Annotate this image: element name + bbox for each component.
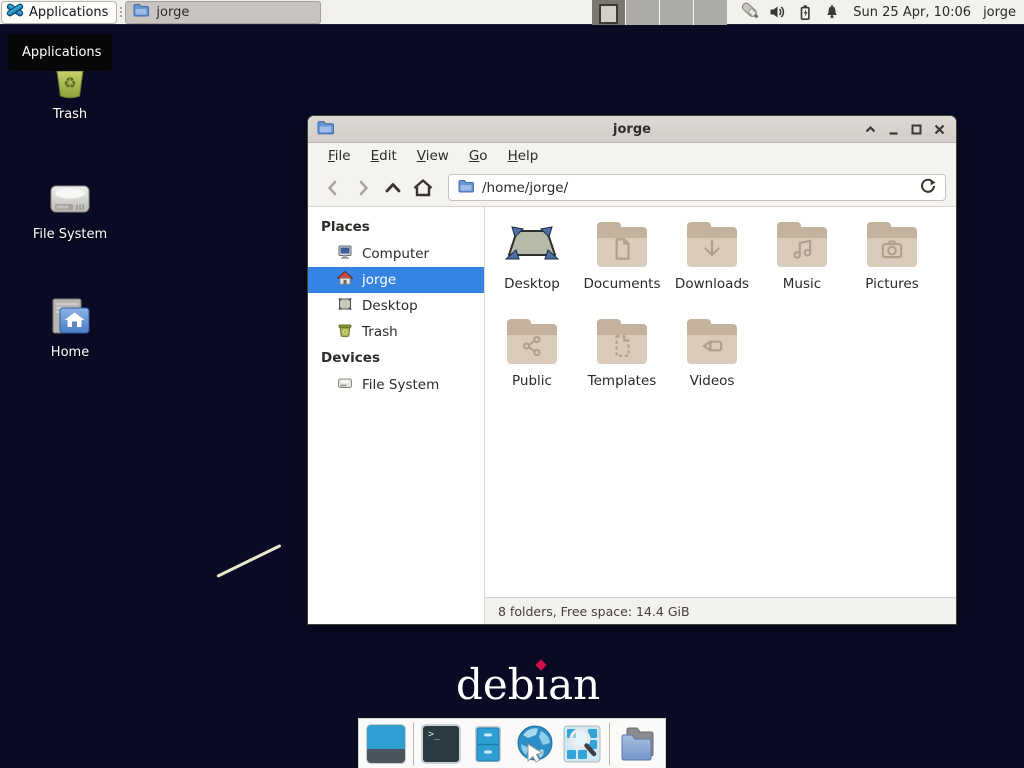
volume-icon[interactable] (764, 0, 791, 25)
file-item-music[interactable]: Music (757, 217, 847, 314)
debian-i-dot: ı (535, 660, 548, 709)
clock[interactable]: Sun 25 Apr, 10:06 (853, 5, 971, 20)
home-button[interactable] (408, 174, 438, 202)
drive-icon (22, 172, 118, 220)
sidebar: Places Computer (308, 207, 485, 624)
recycle-glyph: ♻ (22, 74, 118, 92)
computer-icon (337, 244, 353, 264)
devices-header: Devices (308, 345, 484, 372)
web-browser-launcher[interactable] (515, 724, 555, 764)
folder-music-icon (774, 222, 830, 270)
maximize-button[interactable] (909, 122, 924, 137)
sidebar-item-computer[interactable]: Computer (308, 241, 484, 267)
workspace-1[interactable] (592, 0, 625, 25)
file-item-documents[interactable]: Documents (577, 217, 667, 314)
toolbar: /home/jorge/ (308, 169, 956, 207)
file-item-pictures[interactable]: Pictures (847, 217, 937, 314)
folder-documents-icon (594, 222, 650, 270)
application-finder-launcher[interactable] (562, 724, 602, 764)
top-panel: Applications jorge (0, 0, 1024, 25)
path-bar[interactable]: /home/jorge/ (448, 174, 946, 201)
back-button[interactable] (318, 174, 348, 202)
desktop-icon-filesystem[interactable]: File System (22, 172, 118, 242)
shade-button[interactable] (863, 122, 878, 137)
menu-view[interactable]: View (407, 143, 459, 169)
desktop-mini-icon (337, 296, 353, 316)
file-item-videos[interactable]: Videos (667, 314, 757, 411)
statusbar: 8 folders, Free space: 14.4 GiB (485, 597, 956, 624)
desktop-icon-label: File System (22, 227, 118, 242)
terminal-launcher[interactable]: >_ (421, 724, 461, 764)
sidebar-item-jorge[interactable]: jorge (308, 267, 484, 293)
desktop-icon-label: Trash (22, 107, 118, 122)
minimize-button[interactable] (886, 122, 901, 137)
folder-videos-icon (684, 319, 740, 367)
folder-public-icon (504, 319, 560, 367)
desktop-icon-home[interactable]: Home (22, 290, 118, 360)
drive-mini-icon (337, 375, 353, 395)
window-title: jorge (308, 122, 956, 137)
panel-handle (117, 1, 125, 24)
menu-go[interactable]: Go (459, 143, 498, 169)
folder-downloads-icon (684, 222, 740, 270)
places-header: Places (308, 214, 484, 241)
dock-separator (609, 723, 610, 765)
applications-tooltip: Applications (8, 34, 112, 71)
folder-pictures-icon (864, 222, 920, 270)
menu-file[interactable]: File (318, 143, 361, 169)
desktop-special-icon (504, 222, 560, 270)
workspace-2[interactable] (626, 0, 659, 25)
applications-menu-label: Applications (29, 5, 108, 20)
file-item-public[interactable]: Public (487, 314, 577, 411)
sidebar-item-trash[interactable]: Trash (308, 319, 484, 345)
sidebar-item-desktop[interactable]: Desktop (308, 293, 484, 319)
path-text: /home/jorge/ (482, 180, 568, 196)
desktop-icon-label: Home (22, 345, 118, 360)
taskbar-window-button[interactable]: jorge (125, 1, 321, 24)
file-item-downloads[interactable]: Downloads (667, 217, 757, 314)
directory-menu-launcher[interactable] (617, 724, 657, 764)
file-item-templates[interactable]: Templates (577, 314, 667, 411)
applications-menu-button[interactable]: Applications (1, 1, 117, 24)
reload-icon[interactable] (920, 178, 936, 198)
trash-mini-icon (337, 322, 353, 342)
show-desktop-button[interactable] (366, 724, 406, 764)
file-item-desktop[interactable]: Desktop (487, 217, 577, 314)
menubar: File Edit View Go Help (308, 143, 956, 169)
statusbar-text: 8 folders, Free space: 14.4 GiB (498, 604, 690, 619)
path-folder-icon (458, 179, 474, 197)
system-tray (737, 0, 845, 25)
home-folder-icon (22, 290, 118, 338)
cursor-trail-artifact (216, 544, 281, 578)
file-manager-window: jorge File Edit View Go Help (307, 115, 957, 625)
debian-wordmark: debıan (456, 660, 600, 709)
up-button[interactable] (378, 174, 408, 202)
sidebar-item-filesystem[interactable]: File System (308, 372, 484, 398)
taskbar-window-label: jorge (156, 5, 189, 20)
notifications-bell-icon[interactable] (818, 0, 845, 25)
folder-icon (133, 3, 149, 21)
close-button[interactable] (932, 122, 947, 137)
forward-button[interactable] (348, 174, 378, 202)
user-home-icon (337, 270, 353, 290)
titlebar[interactable]: jorge (308, 116, 956, 143)
folder-templates-icon (594, 319, 650, 367)
xfce-logo-icon (6, 1, 24, 23)
input-device-icon[interactable] (737, 0, 764, 25)
dock-panel: >_ (358, 718, 666, 768)
file-manager-launcher[interactable] (468, 724, 508, 764)
menu-edit[interactable]: Edit (361, 143, 407, 169)
battery-icon[interactable] (791, 0, 818, 25)
panel-username: jorge (983, 5, 1016, 20)
menu-help[interactable]: Help (498, 143, 549, 169)
dock-separator (413, 723, 414, 765)
workspace-switcher (592, 0, 727, 25)
file-view: Desktop Documents (485, 207, 956, 624)
workspace-4[interactable] (694, 0, 727, 25)
workspace-3[interactable] (660, 0, 693, 25)
